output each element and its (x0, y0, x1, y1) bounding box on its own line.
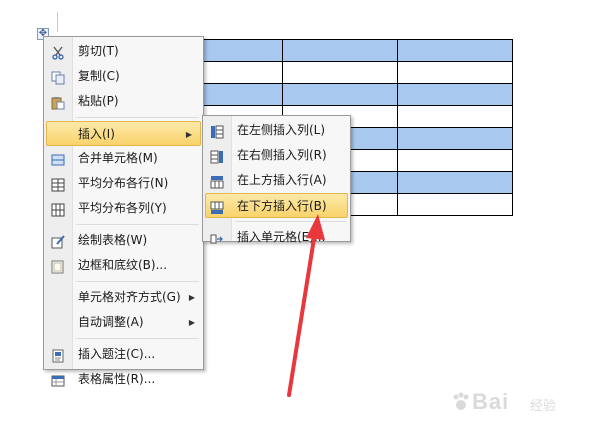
submenu-item-insert-column-left[interactable]: 在左侧插入列(L) (203, 118, 350, 143)
menu-item-label: 平均分布各列(Y) (78, 201, 167, 215)
menu-item-paste[interactable]: 粘贴(P) (44, 89, 203, 114)
submenu-item-insert-column-right[interactable]: 在右侧插入列(R) (203, 143, 350, 168)
submenu-item-insert-row-above[interactable]: 在上方插入行(A) (203, 168, 350, 193)
menu-item-insert[interactable]: 插入(I) ▶ (46, 121, 201, 146)
document-margin-line (57, 12, 58, 32)
menu-item-label: 合并单元格(M) (78, 151, 158, 165)
paste-icon (51, 94, 65, 110)
menu-item-merge-cells[interactable]: 合并单元格(M) (44, 146, 203, 171)
insert-submenu: 在左侧插入列(L) 在右侧插入列(R) 在上方插入行(A) 在下方插入行(B) … (202, 115, 351, 244)
distribute-rows-icon (51, 176, 65, 192)
submenu-arrow-icon: ▶ (188, 293, 195, 302)
menu-item-label: 边框和底纹(B)... (78, 258, 168, 272)
submenu-item-insert-cells[interactable]: 插入单元格(E)... (203, 225, 350, 250)
menu-item-label: 平均分布各行(N) (78, 176, 169, 190)
submenu-item-label: 在右侧插入列(R) (237, 148, 327, 162)
menu-item-label: 绘制表格(W) (78, 233, 148, 247)
menu-separator (76, 338, 199, 339)
table-cell[interactable] (397, 105, 513, 128)
submenu-item-label: 在上方插入行(A) (237, 173, 327, 187)
submenu-arrow-icon: ▶ (188, 318, 195, 327)
menu-item-autofit[interactable]: 自动调整(A) ▶ (44, 310, 203, 335)
menu-item-distribute-columns[interactable]: 平均分布各列(Y) (44, 196, 203, 221)
insert-row-below-icon (210, 199, 224, 214)
table-cell[interactable] (397, 149, 513, 172)
distribute-columns-icon (51, 201, 65, 217)
menu-item-borders-shading[interactable]: 边框和底纹(B)... (44, 253, 203, 278)
menu-item-label: 剪切(T) (78, 44, 119, 58)
caption-icon (51, 347, 65, 363)
table-cell[interactable] (397, 39, 513, 62)
menu-item-insert-caption[interactable]: 插入题注(C)... (44, 342, 203, 367)
table-properties-icon (51, 372, 65, 387)
menu-item-label: 插入(I) (78, 127, 115, 141)
insert-cells-icon (210, 230, 224, 244)
table-cell[interactable] (397, 193, 513, 216)
copy-icon (51, 69, 65, 85)
menu-item-copy[interactable]: 复制(C) (44, 64, 203, 89)
table-cell[interactable] (397, 61, 513, 84)
draw-table-icon (51, 233, 65, 249)
borders-icon (51, 258, 65, 274)
table-cell[interactable] (397, 127, 513, 150)
watermark-suffix: 经验 (530, 399, 557, 414)
menu-separator (76, 117, 199, 118)
submenu-item-label: 在下方插入行(B) (237, 199, 327, 213)
menu-item-table-properties[interactable]: 表格属性(R)... (44, 367, 203, 392)
table-cell[interactable] (397, 171, 513, 194)
menu-item-cell-alignment[interactable]: 单元格对齐方式(G) ▶ (44, 285, 203, 310)
submenu-arrow-icon: ▶ (185, 130, 192, 139)
submenu-item-insert-row-below[interactable]: 在下方插入行(B) (205, 193, 348, 218)
table-context-menu: 剪切(T) 复制(C) 粘贴(P) 插入(I) ▶ 合并单元格(M) 平均分布各… (43, 36, 204, 387)
menu-separator (76, 281, 199, 282)
merge-cells-icon (51, 151, 65, 166)
insert-column-right-icon (210, 148, 224, 164)
watermark-text: Bai (472, 389, 510, 414)
menu-item-label: 表格属性(R)... (78, 372, 156, 386)
menu-item-label: 单元格对齐方式(G) (78, 290, 181, 304)
menu-item-distribute-rows[interactable]: 平均分布各行(N) (44, 171, 203, 196)
menu-separator (76, 224, 199, 225)
scissors-icon (51, 44, 65, 60)
insert-row-above-icon (210, 173, 224, 189)
menu-item-label: 复制(C) (78, 69, 120, 83)
submenu-item-label: 插入单元格(E)... (237, 230, 326, 244)
menu-item-label: 粘贴(P) (78, 94, 119, 108)
table-cell[interactable] (282, 39, 398, 62)
table-cell[interactable] (282, 61, 398, 84)
menu-separator (235, 221, 346, 222)
baidu-watermark: Bai 经验 (450, 383, 590, 423)
menu-item-label: 插入题注(C)... (78, 347, 156, 361)
menu-item-cut[interactable]: 剪切(T) (44, 39, 203, 64)
submenu-item-label: 在左侧插入列(L) (237, 123, 326, 137)
paw-icon (453, 392, 469, 410)
menu-item-label: 自动调整(A) (78, 315, 144, 329)
menu-item-draw-table[interactable]: 绘制表格(W) (44, 228, 203, 253)
table-cell[interactable] (282, 83, 398, 106)
insert-column-left-icon (210, 123, 224, 139)
table-cell[interactable] (397, 83, 513, 106)
